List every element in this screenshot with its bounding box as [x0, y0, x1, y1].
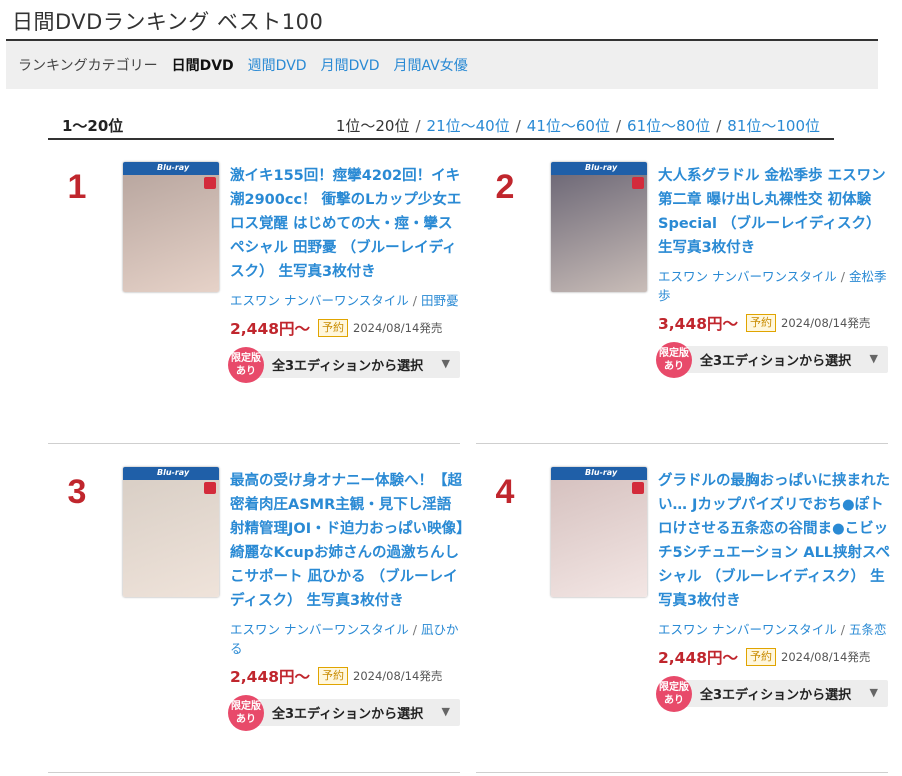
ranking-header: 1〜20位 1位〜20位/21位〜40位/41位〜60位/61位〜80位/81位… [48, 112, 834, 140]
product-cover-image[interactable]: Blu-ray [551, 162, 647, 292]
ranking-range-label: 1〜20位 [62, 117, 124, 135]
maker-link[interactable]: エスワン ナンバーワンスタイル [230, 622, 409, 637]
pager-link-61-80[interactable]: 61位〜80位 [627, 117, 710, 135]
reserve-badge: 予約 [318, 319, 349, 337]
category-link-weekly[interactable]: 週間DVD [248, 55, 307, 75]
product-title-link[interactable]: 最高の受け身オナニー体験へ！【超密着肉圧ASMR主観・見下し淫語射精管理JOI・… [230, 469, 465, 613]
product-cover-image[interactable]: Blu-ray [123, 467, 219, 597]
release-date: 2024/08/14発売 [781, 316, 871, 330]
pager-link-81-100[interactable]: 81位〜100位 [727, 117, 820, 135]
ranking-item: 1 Blu-ray 激イキ155回！痙攣4202回！イキ潮2900cc！ 衝撃の… [48, 162, 468, 448]
edition-select-label: 全3エディションから選択 [700, 688, 852, 703]
row-divider [48, 443, 460, 444]
label-badge [204, 177, 216, 189]
category-label: ランキングカテゴリー [18, 58, 158, 74]
row-divider [476, 443, 888, 444]
edition-select[interactable]: 全3エディションから選択 ▼ [254, 351, 460, 378]
cover-photo [123, 175, 219, 292]
page-title: 日間DVDランキング ベスト100 [12, 10, 324, 34]
product-title-link[interactable]: 大人系グラドル 金松季歩 エスワン第二章 曝け出し丸裸性交 初体験Special… [658, 164, 893, 260]
product-title-link[interactable]: 激イキ155回！痙攣4202回！イキ潮2900cc！ 衝撃のLカップ少女エロス覚… [230, 164, 465, 284]
bluray-band: Blu-ray [551, 162, 647, 175]
edition-select[interactable]: 全3エディションから選択 ▼ [682, 346, 888, 373]
bluray-band: Blu-ray [551, 467, 647, 480]
category-bar: ランキングカテゴリー 日間DVD 週間DVD 月間DVD 月間AV女優 [6, 41, 878, 89]
price: 2,448円〜 [230, 668, 311, 686]
maker-link[interactable]: エスワン ナンバーワンスタイル [658, 269, 837, 284]
ranking-item: 3 Blu-ray 最高の受け身オナニー体験へ！【超密着肉圧ASMR主観・見下し… [48, 467, 468, 753]
limited-edition-label: 限定版 あり [231, 701, 261, 725]
row-divider [476, 772, 888, 773]
price: 3,448円〜 [658, 315, 739, 333]
release-date: 2024/08/14発売 [353, 321, 443, 335]
chevron-down-icon: ▼ [869, 352, 878, 365]
cover-photo [123, 480, 219, 597]
bluray-band: Blu-ray [123, 467, 219, 480]
category-link-actress[interactable]: 月間AV女優 [393, 55, 467, 75]
product-cover-image[interactable]: Blu-ray [123, 162, 219, 292]
rank-number: 4 [495, 473, 515, 511]
maker-link[interactable]: エスワン ナンバーワンスタイル [658, 622, 837, 637]
pager-link-41-60[interactable]: 41位〜60位 [527, 117, 610, 135]
label-badge [632, 482, 644, 494]
limited-edition-label: 限定版 あり [659, 348, 689, 372]
price: 2,448円〜 [658, 649, 739, 667]
edition-select-label: 全3エディションから選択 [272, 707, 424, 722]
cover-photo [551, 175, 647, 292]
actress-link[interactable]: 田野憂 [421, 293, 459, 308]
pager-current: 1位〜20位 [335, 117, 410, 135]
rank-pager: 1位〜20位/21位〜40位/41位〜60位/61位〜80位/81位〜100位 [335, 117, 820, 135]
chevron-down-icon: ▼ [441, 357, 450, 370]
row-divider [48, 772, 460, 773]
release-date: 2024/08/14発売 [781, 650, 871, 664]
edition-select-label: 全3エディションから選択 [700, 354, 852, 369]
price: 2,448円〜 [230, 320, 311, 338]
product-title-link[interactable]: グラドルの最胸おっぱいに挟まれたい… Jカップパイズリでおち●ぽトロけさせる五条… [658, 469, 893, 613]
rank-number: 2 [495, 168, 515, 206]
product-cover-image[interactable]: Blu-ray [551, 467, 647, 597]
limited-edition-badge: 限定版 あり [656, 676, 692, 712]
reserve-badge: 予約 [746, 314, 777, 332]
ranking-item: 4 Blu-ray グラドルの最胸おっぱいに挟まれたい… Jカップパイズリでおち… [476, 467, 896, 753]
limited-edition-badge: 限定版 あり [228, 347, 264, 383]
maker-link[interactable]: エスワン ナンバーワンスタイル [230, 293, 409, 308]
limited-edition-label: 限定版 あり [659, 682, 689, 706]
ranking-item: 2 Blu-ray 大人系グラドル 金松季歩 エスワン第二章 曝け出し丸裸性交 … [476, 162, 896, 448]
edition-select-label: 全3エディションから選択 [272, 359, 424, 374]
edition-select[interactable]: 全3エディションから選択 ▼ [682, 680, 888, 707]
chevron-down-icon: ▼ [441, 705, 450, 718]
rank-number: 3 [67, 473, 87, 511]
reserve-badge: 予約 [318, 667, 349, 685]
actress-link[interactable]: 五条恋 [849, 622, 887, 637]
label-badge [204, 482, 216, 494]
release-date: 2024/08/14発売 [353, 669, 443, 683]
label-badge [632, 177, 644, 189]
limited-edition-badge: 限定版 あり [228, 695, 264, 731]
rank-number: 1 [67, 168, 87, 206]
limited-edition-label: 限定版 あり [231, 353, 261, 377]
category-link-monthly[interactable]: 月間DVD [321, 55, 380, 75]
bluray-band: Blu-ray [123, 162, 219, 175]
limited-edition-badge: 限定版 あり [656, 342, 692, 378]
category-current: 日間DVD [171, 58, 234, 74]
reserve-badge: 予約 [746, 648, 777, 666]
pager-link-21-40[interactable]: 21位〜40位 [427, 117, 510, 135]
edition-select[interactable]: 全3エディションから選択 ▼ [254, 699, 460, 726]
cover-photo [551, 480, 647, 597]
chevron-down-icon: ▼ [869, 686, 878, 699]
